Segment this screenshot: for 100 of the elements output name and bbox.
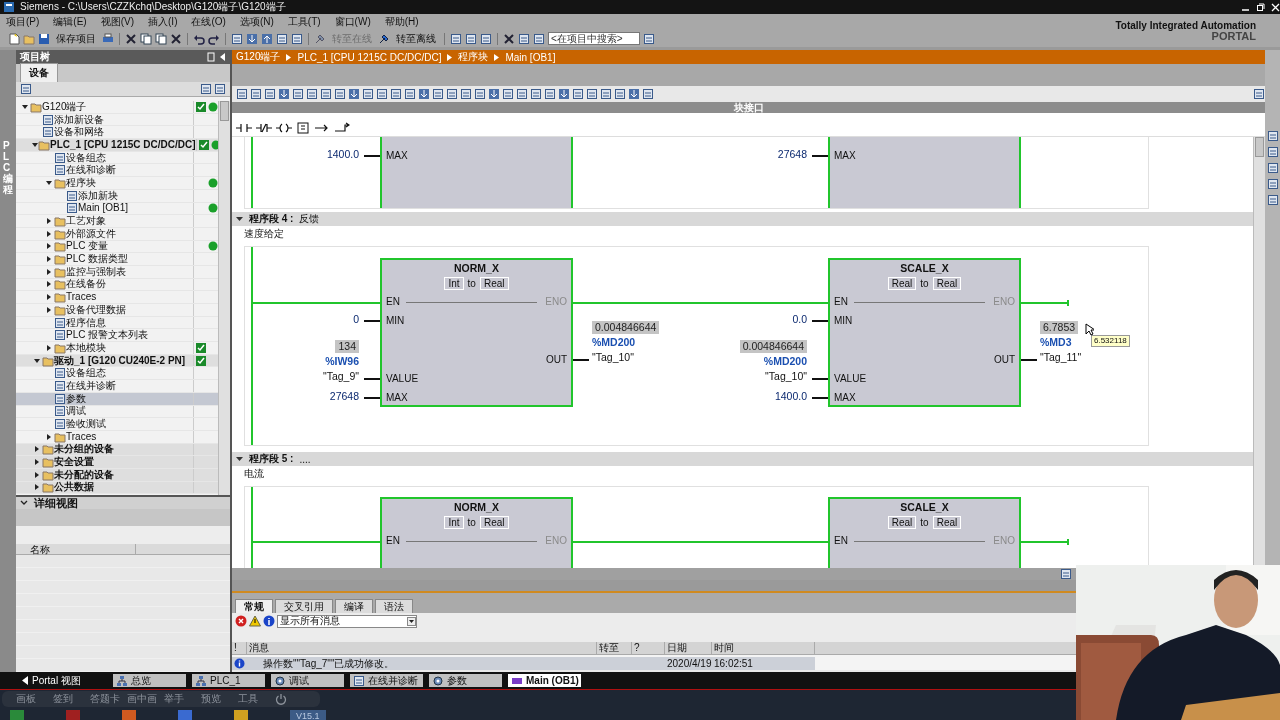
tree-item[interactable]: 程序信息 (66, 316, 193, 329)
tree-item[interactable]: 添加新块 (78, 189, 193, 202)
tree-item[interactable]: 驱动_1 [G120 CU240E-2 PN] (54, 354, 193, 367)
menu-item[interactable]: 在线(O) (191, 15, 226, 29)
tree-item[interactable]: 安全设置 (54, 456, 193, 469)
tree-item[interactable]: 调试 (66, 405, 193, 418)
go-offline-button[interactable]: 转至离线 (396, 31, 436, 46)
toolbar-item[interactable]: 画中画 (127, 692, 164, 706)
data-type-field[interactable]: Real (887, 516, 917, 529)
tree-item[interactable]: Traces (66, 430, 193, 443)
toolbar-item[interactable]: 预览 (201, 692, 238, 706)
tree-item[interactable]: G120端子 (42, 101, 193, 113)
data-type-field[interactable]: Real (479, 516, 509, 529)
tree-row[interactable]: 调试 (16, 405, 218, 419)
editor-tab[interactable]: 总览 (113, 674, 186, 687)
tree-row[interactable]: 设备组态 (16, 151, 218, 165)
operand[interactable]: 0 (353, 312, 359, 328)
instruction-box[interactable]: NORM_X Int to Real EN ENO (380, 497, 573, 568)
tree-item[interactable]: PLC 报警文本列表 (66, 329, 193, 342)
editor-tab[interactable]: 参数 (429, 674, 502, 687)
data-type-field[interactable]: Real (887, 277, 917, 290)
menu-item[interactable]: 视图(V) (100, 15, 135, 29)
tree-row[interactable]: 程序信息 (16, 316, 218, 330)
tree-row[interactable]: 添加新设备 (16, 113, 218, 127)
tree-item[interactable]: 在线备份 (66, 278, 193, 291)
tree-item[interactable]: 在线和诊断 (66, 164, 193, 177)
menu-item[interactable]: 项目(P) (6, 15, 40, 29)
tree-row[interactable]: 程序块 (16, 177, 218, 190)
tree-row[interactable]: 验收测试 (16, 418, 218, 431)
tree-item[interactable]: 设备组态 (66, 151, 193, 164)
tab[interactable]: 语法 (375, 599, 413, 613)
operand[interactable]: "Tag_11" (1040, 349, 1082, 365)
toolbar-item[interactable]: 举手 (164, 692, 201, 706)
instruction-box[interactable]: SCALE_X Real to Real EN ENO MIN VALUE MAX OUT (828, 258, 1021, 407)
taskbar-app[interactable]: V15.1 (290, 710, 326, 720)
data-type-field[interactable]: Int (444, 516, 464, 529)
tree-row[interactable]: Traces (16, 291, 218, 304)
operand[interactable]: 27648 (329, 389, 359, 404)
menu-item[interactable]: 选项(N) (239, 15, 274, 29)
tree-row[interactable]: 在线和诊断 (16, 164, 218, 178)
tree-item[interactable]: 程序块 (66, 176, 193, 189)
menu-item[interactable]: 编辑(E) (53, 15, 87, 29)
search-field[interactable]: <在项目中搜索> (548, 32, 640, 45)
instruction-box[interactable]: MAX (828, 137, 1021, 208)
breadcrumb-item[interactable]: 程序块 (458, 50, 489, 64)
data-type-field[interactable]: Real (932, 277, 962, 290)
tree-item[interactable]: 未分组的设备 (54, 443, 193, 456)
filter-dropdown[interactable]: 显示所有消息 (277, 614, 417, 628)
tree-item[interactable]: 外部源文件 (66, 227, 193, 240)
operand[interactable]: %MD200 (763, 353, 807, 369)
operand[interactable]: "Tag_9" (322, 368, 359, 384)
menu-item[interactable]: 插入(I) (148, 15, 178, 29)
tab[interactable]: 编译 (335, 599, 373, 613)
operand[interactable]: 1400.0 (774, 389, 807, 404)
breadcrumb-item[interactable]: Main [OB1] (505, 51, 556, 63)
tree-item[interactable]: Main [OB1] (78, 202, 193, 215)
tree-item[interactable]: 添加新设备 (54, 113, 193, 126)
editor-tab[interactable]: 调试 (271, 674, 344, 687)
tree-item[interactable]: 设备和网络 (54, 126, 193, 139)
tree-row[interactable]: 设备代理数据 (16, 304, 218, 317)
operand[interactable]: %MD200 (592, 334, 636, 350)
editor-tab[interactable]: PLC_1 (192, 674, 265, 687)
tree-row[interactable]: 监控与强制表 (16, 265, 218, 279)
operand[interactable]: %IW96 (325, 353, 359, 369)
instruction-box[interactable]: NORM_X Int to Real EN ENO MIN VALUE MAX OUT (380, 258, 573, 407)
tree-row[interactable]: Traces (16, 430, 218, 444)
devices-tab[interactable]: 设备 (20, 63, 58, 82)
tree-row[interactable]: 安全设置 (16, 456, 218, 469)
tree-item[interactable]: Traces (66, 291, 193, 304)
tree-item[interactable]: 参数 (66, 392, 193, 405)
menu-item[interactable]: 窗口(W) (334, 15, 371, 29)
operand[interactable]: %MD3 (1040, 334, 1072, 350)
editor-tab[interactable]: 在线并诊断 (350, 674, 423, 687)
toolbar-item[interactable]: 工具 (238, 692, 275, 706)
tree-row[interactable]: Main [OB1] (16, 202, 218, 216)
tree-item[interactable]: 未分配的设备 (54, 468, 193, 481)
tree-item[interactable]: 设备组态 (66, 367, 193, 380)
operand[interactable]: 0.0 (792, 312, 807, 328)
breadcrumb-item[interactable]: G120端子 (236, 50, 281, 64)
operand[interactable]: "Tag_10" (592, 349, 634, 365)
tree-row[interactable]: PLC_1 [CPU 1215C DC/DC/DC] (16, 139, 218, 152)
tree-row[interactable]: 在线备份 (16, 278, 218, 292)
menu-item[interactable]: 帮助(H) (384, 15, 419, 29)
tree-item[interactable]: 公共数据 (54, 481, 193, 494)
tree-item[interactable]: 监控与强制表 (66, 265, 193, 278)
tree-row[interactable]: 本地模块 (16, 342, 218, 355)
save-project-button[interactable]: 保存项目 (56, 31, 96, 46)
toolbar-item[interactable]: 画板 (16, 692, 53, 706)
data-type-field[interactable]: Real (479, 277, 509, 290)
operand[interactable]: 27648 (777, 147, 807, 163)
data-type-field[interactable]: Real (932, 516, 962, 529)
tree-item[interactable]: 在线并诊断 (66, 379, 193, 392)
toolbar-item[interactable]: 签到 (53, 692, 90, 706)
tree-row[interactable]: 在线并诊断 (16, 380, 218, 393)
tree-row[interactable]: PLC 数据类型 (16, 253, 218, 266)
tree-row[interactable]: PLC 变量 (16, 240, 218, 254)
tab[interactable]: 常规 (235, 599, 273, 613)
breadcrumb-item[interactable]: PLC_1 [CPU 1215C DC/DC/DC] (297, 51, 442, 63)
operand[interactable]: 1400.0 (326, 147, 359, 163)
tree-item[interactable]: PLC 数据类型 (66, 253, 193, 266)
